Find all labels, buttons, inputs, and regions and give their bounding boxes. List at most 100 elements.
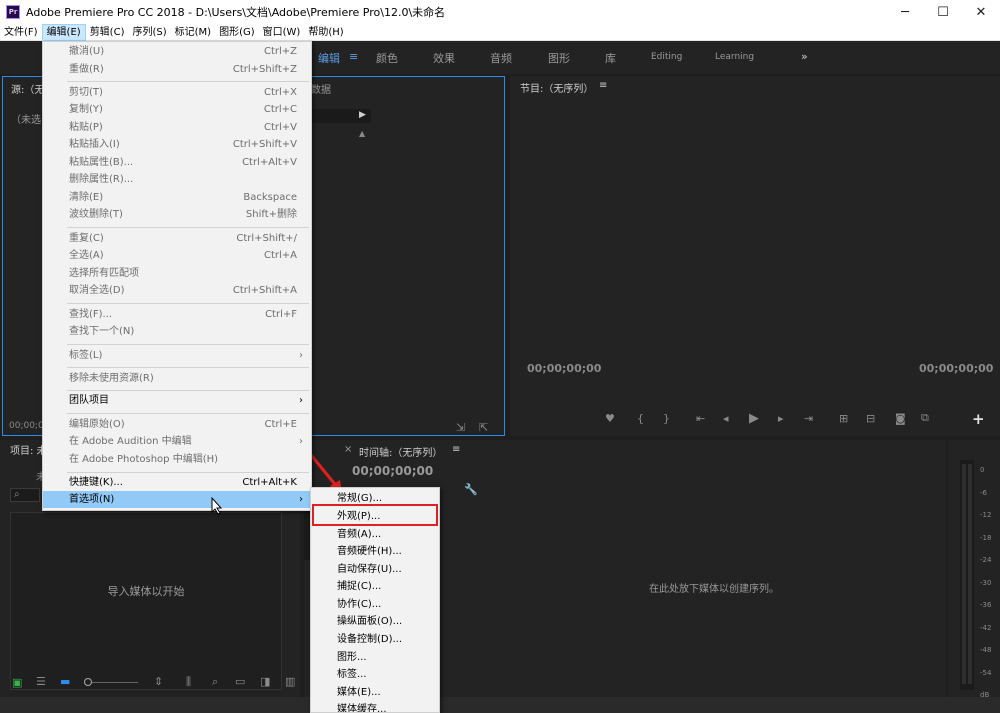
menu-item-find-next[interactable]: 查找下一个(N) bbox=[43, 323, 311, 340]
list-view-icon[interactable]: ☰ bbox=[36, 675, 46, 688]
zoom-slider-track[interactable] bbox=[92, 682, 138, 683]
workspace-tab-libraries[interactable]: 库 bbox=[605, 50, 616, 66]
menu-item-keyboard-shortcuts[interactable]: 快捷键(K)... Ctrl+Alt+K bbox=[43, 474, 311, 491]
workspace-tab-learning[interactable]: Learning bbox=[715, 52, 754, 62]
menu-item-select-all[interactable]: 全选(A) Ctrl+A bbox=[43, 247, 311, 264]
workspace-more-icon[interactable]: » bbox=[801, 50, 808, 63]
export-frame-icon[interactable]: ⇲ bbox=[456, 421, 465, 434]
go-to-in-icon[interactable]: ⇤ bbox=[696, 412, 705, 425]
menu-clip[interactable]: 剪辑(C) bbox=[86, 24, 129, 41]
automate-icon[interactable]: ⫼ bbox=[186, 675, 191, 689]
minimize-button[interactable]: ─ bbox=[886, 0, 924, 24]
title-bar: Pr Adobe Premiere Pro CC 2018 - D:\Users… bbox=[0, 0, 1000, 24]
go-to-out-icon[interactable]: ⇥ bbox=[804, 412, 813, 425]
menu-sequence[interactable]: 序列(S) bbox=[128, 24, 170, 41]
menu-item-paste[interactable]: 粘贴(P) Ctrl+V bbox=[43, 119, 311, 136]
menu-item-team-projects[interactable]: 团队项目 › bbox=[43, 392, 311, 409]
menu-item-select-all-matching[interactable]: 选择所有匹配项 bbox=[43, 265, 311, 282]
program-panel-title[interactable]: 节目:（无序列） bbox=[520, 80, 593, 95]
step-forward-icon[interactable]: ▸ bbox=[778, 412, 784, 425]
workspace-tab-color[interactable]: 颜色 bbox=[376, 50, 398, 66]
find-icon[interactable]: ⌕ bbox=[212, 675, 218, 689]
menu-item-preferences[interactable]: 首选项(N) › bbox=[43, 491, 311, 508]
pref-audio[interactable]: 音频(A)... bbox=[311, 526, 439, 544]
step-back-icon[interactable]: ◂ bbox=[723, 412, 729, 425]
pref-capture[interactable]: 捕捉(C)... bbox=[311, 578, 439, 596]
timeline-panel-title[interactable]: 时间轴:（无序列） bbox=[359, 444, 442, 459]
lock-icon[interactable]: ▣ bbox=[12, 676, 22, 689]
wrench-icon[interactable]: 🔧 bbox=[464, 483, 478, 496]
share-icon[interactable]: ⇱ bbox=[479, 421, 488, 434]
menu-item-find[interactable]: 查找(F)... Ctrl+F bbox=[43, 306, 311, 323]
timeline-menu-icon[interactable]: ≡ bbox=[452, 444, 460, 455]
project-media-area[interactable]: 导入媒体以开始 bbox=[10, 512, 282, 690]
workspace-tab-editing[interactable]: Editing bbox=[651, 52, 682, 62]
menu-item-clear[interactable]: 清除(E) Backspace bbox=[43, 189, 311, 206]
maximize-button[interactable]: ☐ bbox=[924, 0, 962, 24]
workspace-tab-edit[interactable]: 编辑 bbox=[318, 50, 340, 66]
pref-control-surface[interactable]: 操纵面板(O)... bbox=[311, 613, 439, 631]
menu-item-edit-in-photoshop[interactable]: 在 Adobe Photoshop 中编辑(H) bbox=[43, 451, 311, 468]
sort-icon[interactable]: ⇕ bbox=[154, 675, 163, 688]
program-panel-menu-icon[interactable]: ≡ bbox=[599, 80, 607, 91]
close-button[interactable]: ✕ bbox=[962, 0, 1000, 24]
audio-meter-bars bbox=[960, 460, 974, 690]
mark-out-icon[interactable]: } bbox=[663, 412, 670, 425]
meter-label: -36 bbox=[980, 601, 992, 609]
menu-item-label-submenu[interactable]: 标签(L) › bbox=[43, 347, 311, 364]
menu-edit[interactable]: 编辑(E) bbox=[41, 23, 86, 41]
menu-item-edit-in-audition[interactable]: 在 Adobe Audition 中编辑 › bbox=[43, 433, 311, 450]
menu-item-remove-attributes[interactable]: 删除属性(R)... bbox=[43, 171, 311, 188]
audio-meter-left-channel bbox=[962, 464, 966, 684]
pref-collaboration[interactable]: 协作(C)... bbox=[311, 596, 439, 614]
add-button-icon[interactable]: + bbox=[972, 410, 985, 428]
pref-auto-save[interactable]: 自动保存(U)... bbox=[311, 561, 439, 579]
menu-item-copy[interactable]: 复制(Y) Ctrl+C bbox=[43, 101, 311, 118]
pref-media[interactable]: 媒体(E)... bbox=[311, 684, 439, 702]
scroll-up-icon[interactable]: ▲ bbox=[359, 129, 365, 138]
menu-item-undo[interactable]: 撤消(U) Ctrl+Z bbox=[43, 43, 311, 60]
new-item-icon[interactable]: ◨ bbox=[260, 675, 270, 688]
source-panel-title[interactable]: 源:（无 bbox=[11, 81, 44, 96]
play-icon[interactable]: ▶ bbox=[749, 411, 759, 426]
pref-graphics[interactable]: 图形... bbox=[311, 649, 439, 667]
comparison-view-icon[interactable]: ⧉ bbox=[921, 411, 929, 425]
menu-item-redo[interactable]: 重做(R) Ctrl+Shift+Z bbox=[43, 61, 311, 78]
pref-media-cache[interactable]: 媒体缓存... bbox=[311, 701, 439, 712]
zoom-slider-handle[interactable] bbox=[84, 678, 92, 686]
menu-item-remove-unused[interactable]: 移除未使用资源(R) bbox=[43, 370, 311, 387]
workspace-menu-icon[interactable]: ≡ bbox=[349, 50, 358, 63]
menu-file[interactable]: 文件(F) bbox=[0, 24, 42, 41]
menu-item-edit-original[interactable]: 编辑原始(O) Ctrl+E bbox=[43, 416, 311, 433]
workspace-tab-audio[interactable]: 音频 bbox=[490, 50, 512, 66]
pref-audio-hardware[interactable]: 音频硬件(H)... bbox=[311, 543, 439, 561]
menu-marker[interactable]: 标记(M) bbox=[171, 24, 215, 41]
menu-item-duplicate[interactable]: 重复(C) Ctrl+Shift+/ bbox=[43, 230, 311, 247]
menu-graphics[interactable]: 图形(G) bbox=[215, 24, 259, 41]
expand-right-icon[interactable]: ▶ bbox=[359, 110, 366, 120]
program-timecode-left[interactable]: 00;00;00;00 bbox=[527, 362, 601, 375]
timeline-timecode[interactable]: 00;00;00;00 bbox=[352, 464, 433, 478]
menu-item-paste-insert[interactable]: 粘贴插入(I) Ctrl+Shift+V bbox=[43, 136, 311, 153]
new-bin-icon[interactable]: ▭ bbox=[235, 675, 245, 688]
camera-icon[interactable]: ◙ bbox=[895, 412, 906, 425]
pref-labels[interactable]: 标签... bbox=[311, 666, 439, 684]
menu-item-ripple-delete[interactable]: 波纹删除(T) Shift+删除 bbox=[43, 206, 311, 223]
metadata-tab-label[interactable]: 数据 bbox=[311, 81, 331, 96]
menu-item-shortcut: Ctrl+Shift+A bbox=[232, 285, 297, 296]
workspace-tab-effects[interactable]: 效果 bbox=[433, 50, 455, 66]
icon-view-icon[interactable]: ▬ bbox=[60, 675, 70, 688]
add-marker-icon[interactable]: ♥ bbox=[605, 412, 615, 425]
extract-icon[interactable]: ⊟ bbox=[866, 412, 875, 425]
pref-device-control[interactable]: 设备控制(D)... bbox=[311, 631, 439, 649]
mark-in-icon[interactable]: { bbox=[637, 412, 644, 425]
workspace-tab-graphics[interactable]: 图形 bbox=[548, 50, 570, 66]
menu-item-paste-attributes[interactable]: 粘贴属性(B)... Ctrl+Alt+V bbox=[43, 154, 311, 171]
clear-icon[interactable]: ▥ bbox=[285, 675, 295, 688]
menu-window[interactable]: 窗口(W) bbox=[259, 24, 305, 41]
menu-help[interactable]: 帮助(H) bbox=[304, 24, 347, 41]
menu-item-cut[interactable]: 剪切(T) Ctrl+X bbox=[43, 84, 311, 101]
project-search-input[interactable]: ⌕ bbox=[10, 488, 40, 502]
lift-icon[interactable]: ⊞ bbox=[839, 412, 848, 425]
menu-item-deselect-all[interactable]: 取消全选(D) Ctrl+Shift+A bbox=[43, 282, 311, 299]
